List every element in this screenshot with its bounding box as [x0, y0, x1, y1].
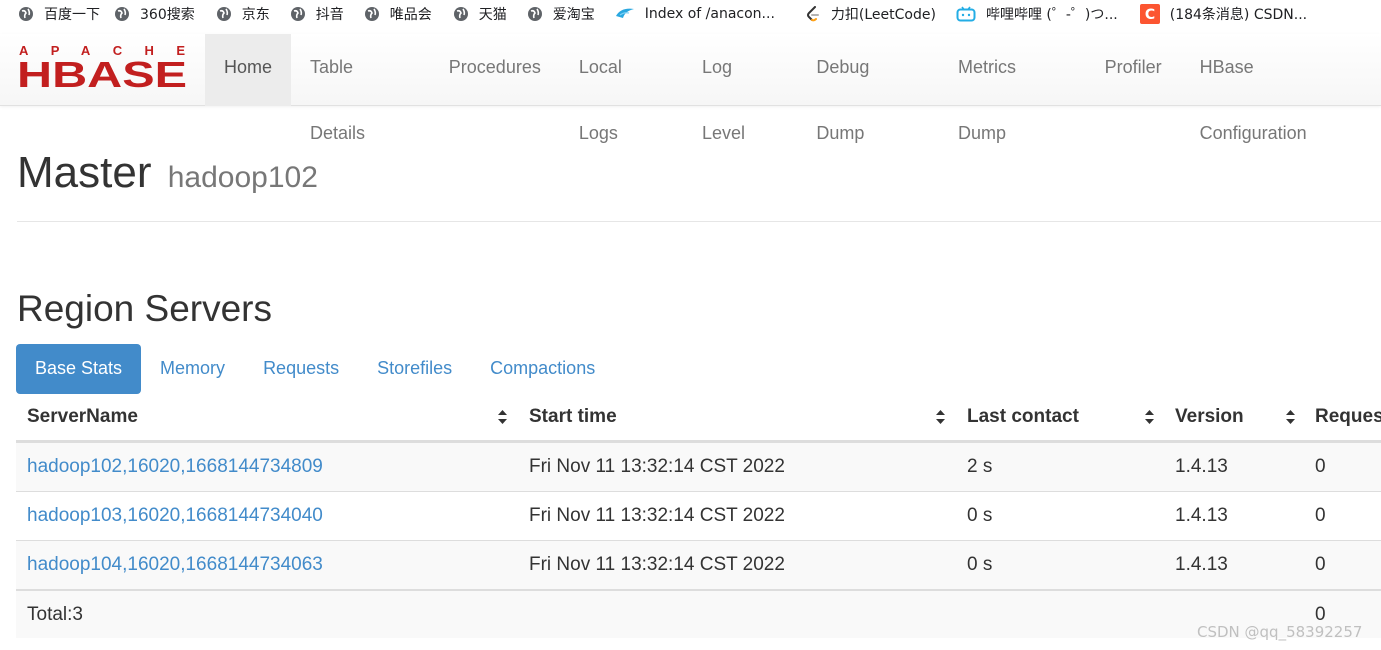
last-contact-cell: 0 s: [967, 554, 993, 575]
last-contact-cell: 0 s: [967, 505, 993, 526]
bookmark-jd[interactable]: 京东: [216, 0, 270, 27]
table-row: hadoop102,16020,1668144734809 Fri Nov 11…: [16, 442, 1381, 491]
column-header-last-contact[interactable]: Last contact: [967, 394, 1079, 440]
server-name-cell[interactable]: hadoop103,16020,1668144734040: [27, 492, 323, 540]
start-time-cell: Fri Nov 11 13:32:14 CST 2022: [529, 554, 785, 575]
tab-compactions[interactable]: Compactions: [471, 344, 614, 394]
bookmark-vip[interactable]: 唯品会: [364, 0, 432, 27]
title-divider: [17, 221, 1381, 222]
server-link[interactable]: hadoop102,16020,1668144734809: [27, 456, 323, 478]
server-name-cell[interactable]: hadoop102,16020,1668144734809: [27, 443, 323, 491]
column-header-version[interactable]: Version: [1175, 394, 1244, 440]
nav-metrics-dump[interactable]: Metrics Dump: [939, 34, 1086, 143]
top-navbar: APACHE HBASE Home Table Details Procedur…: [0, 34, 1381, 143]
server-name-cell[interactable]: hadoop104,16020,1668144734063: [27, 541, 323, 589]
globe-icon: [114, 6, 130, 22]
page-title: Master hadoop102: [17, 148, 318, 198]
bookmark-tmall[interactable]: 天猫: [453, 0, 507, 27]
column-header-start-time[interactable]: Start time: [529, 394, 617, 440]
requests-cell: 0: [1315, 554, 1326, 575]
logo-hbase-text: HBASE: [17, 54, 187, 88]
globe-icon: [527, 6, 543, 22]
sort-icon[interactable]: [1145, 394, 1154, 440]
page-subtitle: hadoop102: [167, 161, 318, 194]
globe-icon: [290, 6, 306, 22]
bookmark-360[interactable]: 360搜索: [114, 0, 195, 27]
start-time-cell: Fri Nov 11 13:32:14 CST 2022: [529, 505, 785, 526]
column-header-servername[interactable]: ServerName: [27, 394, 138, 440]
table-row: hadoop103,16020,1668144734040 Fri Nov 11…: [16, 491, 1381, 540]
table-total-row: Total:3 0: [16, 589, 1381, 638]
leetcode-icon: [805, 5, 821, 22]
column-header-requests[interactable]: Reques: [1315, 394, 1381, 440]
tab-requests[interactable]: Requests: [244, 344, 358, 394]
start-time-cell: Fri Nov 11 13:32:14 CST 2022: [529, 456, 785, 477]
anaconda-icon: [615, 6, 635, 22]
total-label: Total:3: [27, 603, 83, 625]
bookmark-baidu[interactable]: 百度一下: [18, 0, 100, 27]
globe-icon: [364, 6, 380, 22]
watermark: CSDN @qq_58392257: [1197, 623, 1363, 641]
server-link[interactable]: hadoop104,16020,1668144734063: [27, 554, 323, 576]
main-nav: Home Table Details Procedures Local Logs…: [205, 34, 1381, 143]
bookmark-csdn[interactable]: C (184条消息) CSDN...: [1139, 0, 1307, 27]
bookmark-aitaobao[interactable]: 爱淘宝: [527, 0, 595, 27]
server-link[interactable]: hadoop103,16020,1668144734040: [27, 505, 323, 527]
nav-home[interactable]: Home: [205, 34, 292, 106]
bookmark-leetcode[interactable]: 力扣(LeetCode): [805, 0, 936, 27]
version-cell: 1.4.13: [1175, 554, 1228, 575]
nav-procedures[interactable]: Procedures: [430, 34, 560, 106]
table-row: hadoop104,16020,1668144734063 Fri Nov 11…: [16, 540, 1381, 589]
page-title-text: Master: [17, 148, 152, 197]
region-servers-table: ServerName Start time Last contact Versi…: [16, 394, 1381, 638]
requests-cell: 0: [1315, 456, 1326, 477]
nav-log-level[interactable]: Log Level: [683, 34, 797, 143]
sort-icon[interactable]: [936, 394, 945, 440]
tab-storefiles[interactable]: Storefiles: [358, 344, 471, 394]
region-servers-title: Region Servers: [17, 288, 273, 329]
requests-cell: 0: [1315, 505, 1326, 526]
globe-icon: [18, 6, 34, 22]
region-server-tabs: Base Stats Memory Requests Storefiles Co…: [16, 344, 614, 394]
tab-memory[interactable]: Memory: [141, 344, 244, 394]
bookmark-anaconda[interactable]: Index of /anacon...: [615, 0, 775, 27]
table-header: ServerName Start time Last contact Versi…: [16, 394, 1381, 442]
version-cell: 1.4.13: [1175, 505, 1228, 526]
tab-base-stats[interactable]: Base Stats: [16, 344, 142, 394]
svg-text:C: C: [1145, 7, 1155, 23]
nav-hbase-configuration[interactable]: HBase Configuration: [1181, 34, 1381, 143]
globe-icon: [453, 6, 469, 22]
bookmarks-bar: 百度一下 360搜索 京东 抖音 唯品会 天猫 爱淘宝 Index of /an…: [0, 0, 1381, 27]
globe-icon: [216, 6, 232, 22]
nav-table-details[interactable]: Table Details: [291, 34, 430, 143]
bilibili-icon: [956, 6, 976, 22]
hbase-logo[interactable]: APACHE HBASE: [17, 43, 187, 95]
sort-icon[interactable]: [498, 394, 507, 440]
nav-debug-dump[interactable]: Debug Dump: [797, 34, 939, 143]
sort-icon[interactable]: [1286, 394, 1295, 440]
nav-local-logs[interactable]: Local Logs: [560, 34, 683, 143]
version-cell: 1.4.13: [1175, 456, 1228, 477]
bookmark-bilibili[interactable]: 哔哩哔哩 (゜-゜)つ...: [956, 0, 1118, 27]
csdn-icon: C: [1139, 3, 1160, 24]
last-contact-cell: 2 s: [967, 456, 993, 477]
bookmark-douyin[interactable]: 抖音: [290, 0, 344, 27]
nav-profiler[interactable]: Profiler: [1086, 34, 1181, 106]
